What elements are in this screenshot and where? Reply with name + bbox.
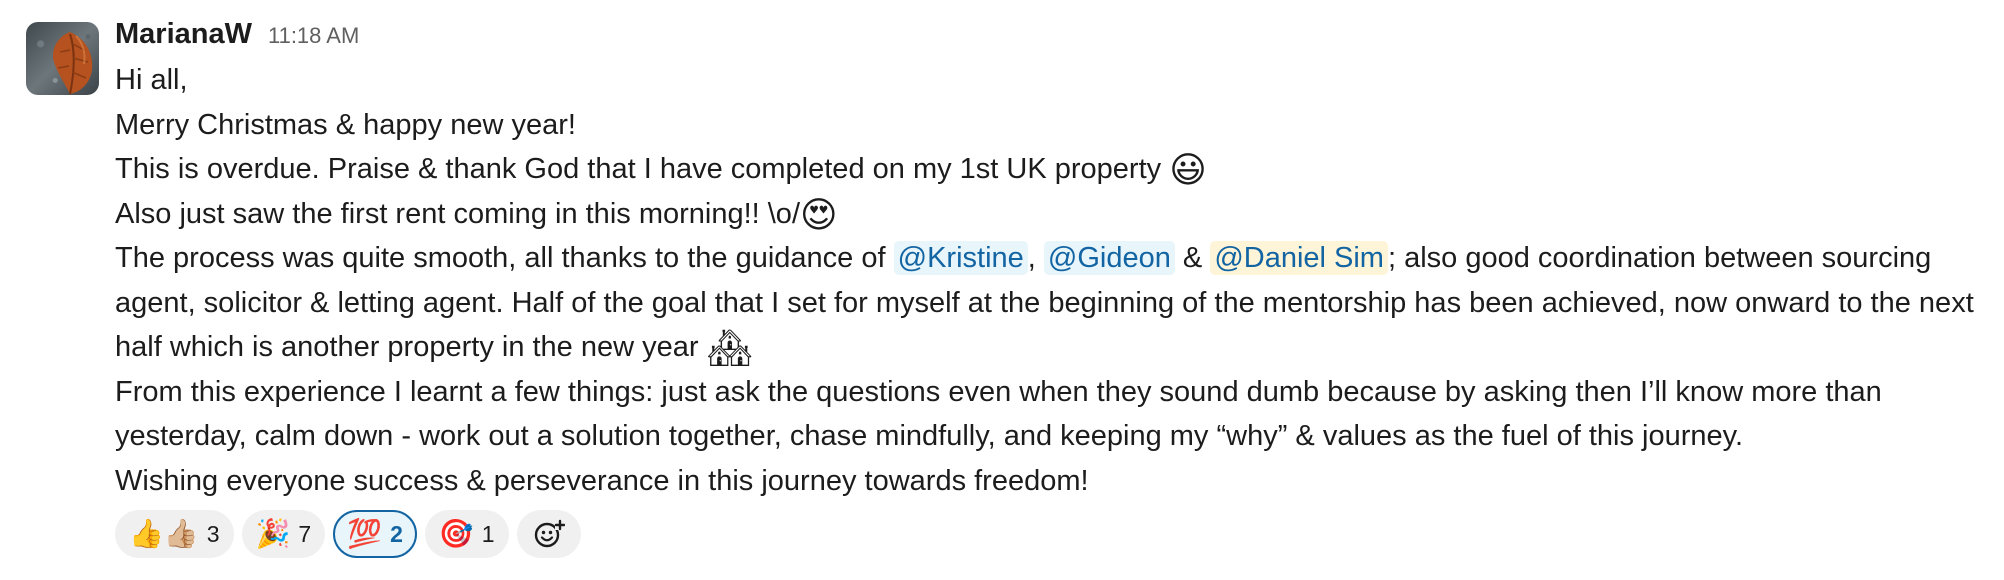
add-emoji-icon	[534, 519, 565, 548]
mention-gideon[interactable]: @Gideon	[1043, 241, 1175, 275]
message-content: MarianaW 11:18 AM Hi all, Merry Christma…	[115, 18, 1985, 503]
message-line: Also just saw the first rent coming in t…	[115, 192, 1985, 237]
reaction-dart[interactable]: 🎯 1	[424, 510, 509, 558]
thumbs-up-icon: 👍👍🏼	[129, 517, 199, 550]
add-reaction-button[interactable]	[516, 510, 581, 558]
message-line: This is overdue. Praise & thank God that…	[115, 147, 1985, 192]
message-header: MarianaW 11:18 AM	[115, 18, 1985, 58]
direct-hit-icon: 🎯	[438, 517, 474, 550]
message-line-text: This is overdue. Praise & thank God that…	[115, 153, 1162, 185]
mention-kristine[interactable]: @Kristine	[893, 241, 1028, 275]
separator-text: &	[1174, 242, 1211, 274]
avatar[interactable]	[26, 22, 99, 95]
message-line: Hi all,	[115, 64, 188, 96]
reactions-bar: 👍👍🏼 3 🎉 7 💯 2 🎯 1	[115, 510, 581, 558]
message-line: Wishing everyone success & perseverance …	[115, 464, 1089, 497]
heart-eyes-emoji-icon: 😍	[800, 194, 838, 236]
reaction-hundred[interactable]: 💯 2	[333, 510, 417, 558]
leaf-avatar-image	[52, 32, 93, 95]
mention-daniel-sim[interactable]: @Daniel Sim	[1210, 241, 1388, 275]
reaction-tada[interactable]: 🎉 7	[241, 510, 326, 558]
message: MarianaW 11:18 AM Hi all, Merry Christma…	[0, 0, 2004, 580]
message-body: Hi all, Merry Christmas & happy new year…	[115, 58, 1985, 503]
reaction-count: 7	[298, 520, 312, 547]
timestamp[interactable]: 11:18 AM	[268, 23, 359, 49]
separator-text: ,	[1027, 242, 1044, 274]
message-paragraph: The process was quite smooth, all thanks…	[115, 236, 1985, 370]
message-line: Merry Christmas & happy new year!	[115, 108, 576, 141]
reaction-count: 3	[206, 520, 220, 547]
reaction-thumbs-up[interactable]: 👍👍🏼 3	[115, 510, 234, 558]
sender-name[interactable]: MarianaW	[115, 18, 252, 51]
smiley-emoji-icon: 😃	[1169, 150, 1207, 191]
message-line-text: The process was quite smooth, all thanks…	[115, 242, 894, 274]
hundred-points-icon: 💯	[347, 517, 383, 550]
message-paragraph: From this experience I learnt a few thin…	[115, 375, 1882, 453]
reaction-count: 1	[481, 520, 495, 547]
message-line-text: Also just saw the first rent coming in t…	[115, 197, 800, 230]
party-popper-icon: 🎉	[255, 517, 291, 550]
reaction-count: 2	[390, 520, 403, 547]
houses-emoji-icon: 🏘	[706, 328, 753, 369]
